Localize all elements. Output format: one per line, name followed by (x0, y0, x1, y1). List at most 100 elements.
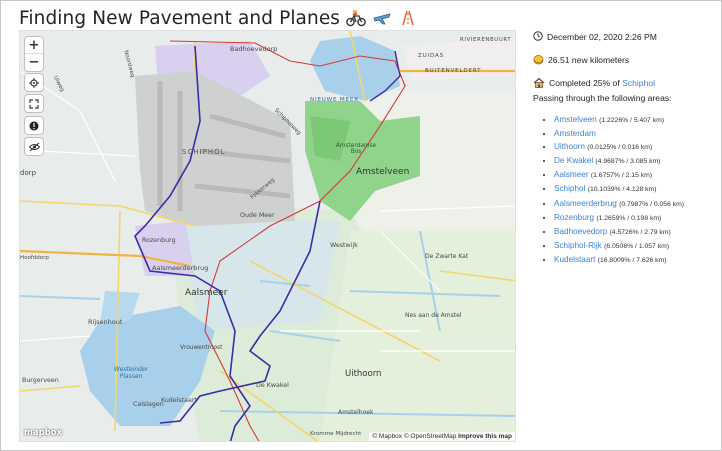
map-label-amstelhoek: Amstelhoek (338, 409, 374, 416)
completion-row: Completed 25% of Schiphol (533, 76, 718, 90)
areas-list: Amstelveen (1.2226% / 5.407 km)Amsterdam… (533, 113, 718, 267)
area-stats: (10.1039% / 4.128 km) (587, 186, 657, 194)
toggle-visibility-button[interactable] (25, 138, 43, 155)
map-attribution: © Mapbox © OpenStreetMap Improve this ma… (369, 432, 515, 441)
area-link[interactable]: Amsterdam (554, 129, 596, 138)
area-stats: (4.5726% / 2.79 km) (609, 228, 671, 236)
ride-distance: 26.51 new kilometers (548, 55, 630, 65)
area-link[interactable]: De Kwakel (554, 156, 593, 165)
area-item: Schiphol-Rijk (6.0506% / 1.057 km) (554, 239, 718, 253)
area-item: Badhoevedorp (4.5726% / 2.79 km) (554, 225, 718, 239)
area-stats: (4.9687% / 3.085 km) (595, 158, 661, 166)
ride-distance-row: 26.51 new kilometers (533, 53, 718, 67)
area-stats: (16.8009% / 7.626 km) (597, 256, 667, 264)
map-label-aalsmeer: Aalsmeer (185, 288, 228, 298)
completion-prefix: Completed 25% of (549, 78, 620, 88)
gold-coin-icon (533, 54, 544, 67)
locate-control (25, 74, 43, 91)
info-button[interactable] (25, 117, 43, 134)
completion-place-link[interactable]: Schiphol (622, 78, 655, 88)
visibility-control (25, 138, 43, 155)
map-label-zuidas: ZUIDAS (418, 53, 444, 59)
ride-date: December 02, 2020 2:26 PM (547, 32, 657, 42)
eye-slash-icon (28, 142, 40, 151)
zoom-in-button[interactable]: + (25, 37, 43, 54)
page-title: Finding New Pavement and Planes (19, 7, 341, 29)
map-label-amstelveen: Amstelveen (356, 167, 410, 177)
map-label-westwijk: Westwijk (330, 242, 358, 249)
area-link[interactable]: Badhoevedorp (554, 227, 607, 236)
map-label-rozenburg: Rozenburg (142, 237, 176, 244)
area-stats: (1.6757% / 2.15 km) (590, 172, 653, 180)
area-stats: (0.7987% / 0.056 km) (619, 200, 685, 208)
area-link[interactable]: Kudelstaart (554, 255, 595, 264)
map-label-westeinder: Westeinder Plassen (113, 366, 149, 380)
area-link[interactable]: Aalsmeer (554, 170, 589, 179)
map-label-dorp: dorp (20, 169, 37, 177)
attribution-mapbox[interactable]: © Mapbox (372, 433, 402, 440)
road-icon (398, 8, 418, 28)
bicycle-riders-icon (346, 8, 366, 28)
zoom-out-button[interactable]: − (25, 54, 43, 71)
map-label-burgerveen: Burgerveen (22, 377, 59, 384)
clock-icon (533, 31, 543, 43)
map-label-hoofddorp-road: Hoofddorp (20, 255, 49, 261)
map-view[interactable]: Badhoevedorp ZUIDAS RIVIERENBUURT BUITEN… (19, 30, 516, 442)
map-label-aalsmeerderbrug: Aalsmeerderbrug (152, 264, 209, 272)
area-link[interactable]: Uithoorn (554, 142, 585, 151)
area-link[interactable]: Rozenburg (554, 213, 594, 222)
passing-label: Passing through the following areas: (533, 93, 672, 103)
map-label-oude-meer: Oude Meer (240, 212, 275, 219)
fullscreen-button[interactable] (25, 95, 43, 112)
ride-date-row: December 02, 2020 2:26 PM (533, 30, 718, 44)
improve-map-link[interactable]: Improve this map (458, 433, 512, 440)
area-item: Amsterdam (554, 127, 718, 140)
map-label-badhoevedorp: Badhoevedorp (230, 45, 278, 53)
ride-summary: December 02, 2020 2:26 PM 26.51 new kilo… (533, 30, 718, 267)
crosshair-icon (29, 77, 39, 88)
attribution-osm[interactable]: © OpenStreetMap (404, 433, 456, 440)
page-header: Finding New Pavement and Planes (19, 5, 418, 31)
map-label-vrouwentroost: Vrouwentroost (180, 345, 223, 351)
airplane-icon (372, 8, 392, 28)
map-label-uithoorn: Uithoorn (345, 369, 382, 379)
area-item: Aalsmeerderbrug (0.7987% / 0.056 km) (554, 197, 718, 211)
map-label-nes-aan-de-amstel: Nes aan de Amstel (405, 312, 462, 319)
map-label-buitenveldert: BUITENVELDERT (425, 68, 482, 74)
completion-text: Completed 25% of Schiphol (549, 78, 655, 88)
area-item: Amstelveen (1.2226% / 5.407 km) (554, 113, 718, 127)
area-item: Uithoorn (0.0125% / 0.016 km) (554, 140, 718, 154)
map-label-rijsenhout: Rijsenhout (88, 318, 123, 326)
locate-button[interactable] (25, 74, 43, 91)
map-label-amsterdamse-bos: Amsterdamse Bos (335, 143, 377, 155)
map-label-kromme-mijdrecht: Kromme Mijdrecht (310, 431, 362, 437)
area-link[interactable]: Schiphol (554, 184, 585, 193)
map-canvas[interactable] (20, 31, 516, 442)
map-label-nieuwe-meer: NIEUWE MEER (310, 97, 359, 103)
area-item: Kudelstaart (16.8009% / 7.626 km) (554, 253, 718, 267)
area-item: Schiphol (10.1039% / 4.128 km) (554, 182, 718, 196)
area-item: De Kwakel (4.9687% / 3.085 km) (554, 154, 718, 168)
house-icon (533, 77, 545, 90)
map-label-de-kwakel: De Kwakel (256, 382, 289, 389)
map-label-calslagen: Calslagen (133, 401, 164, 408)
map-label-de-zwarte-kat: De Zwarte Kat (425, 253, 469, 260)
alert-icon (29, 121, 39, 130)
map-label-rivierenbuurt: RIVIERENBUURT (460, 37, 512, 43)
area-stats: (0.0125% / 0.016 km) (587, 144, 653, 152)
area-item: Rozenburg (1.2659% / 0.198 km) (554, 211, 718, 225)
area-stats: (1.2659% / 0.198 km) (596, 214, 662, 222)
area-stats: (6.0506% / 1.057 km) (604, 242, 670, 250)
fullscreen-icon (29, 98, 39, 109)
zoom-control: + − (25, 37, 43, 71)
area-stats: (1.2226% / 5.407 km) (599, 117, 665, 124)
map-label-kudelstaart: Kudelstaart (161, 397, 197, 404)
map-label-schiphol: SCHIPHOL (182, 148, 226, 156)
info-control (25, 117, 43, 134)
area-link[interactable]: Amstelveen (554, 115, 597, 124)
area-link[interactable]: Aalsmeerderbrug (554, 199, 617, 208)
mapbox-logo[interactable]: mapbox (24, 428, 62, 438)
fullscreen-control (25, 95, 43, 112)
area-link[interactable]: Schiphol-Rijk (554, 241, 602, 250)
area-item: Aalsmeer (1.6757% / 2.15 km) (554, 168, 718, 182)
